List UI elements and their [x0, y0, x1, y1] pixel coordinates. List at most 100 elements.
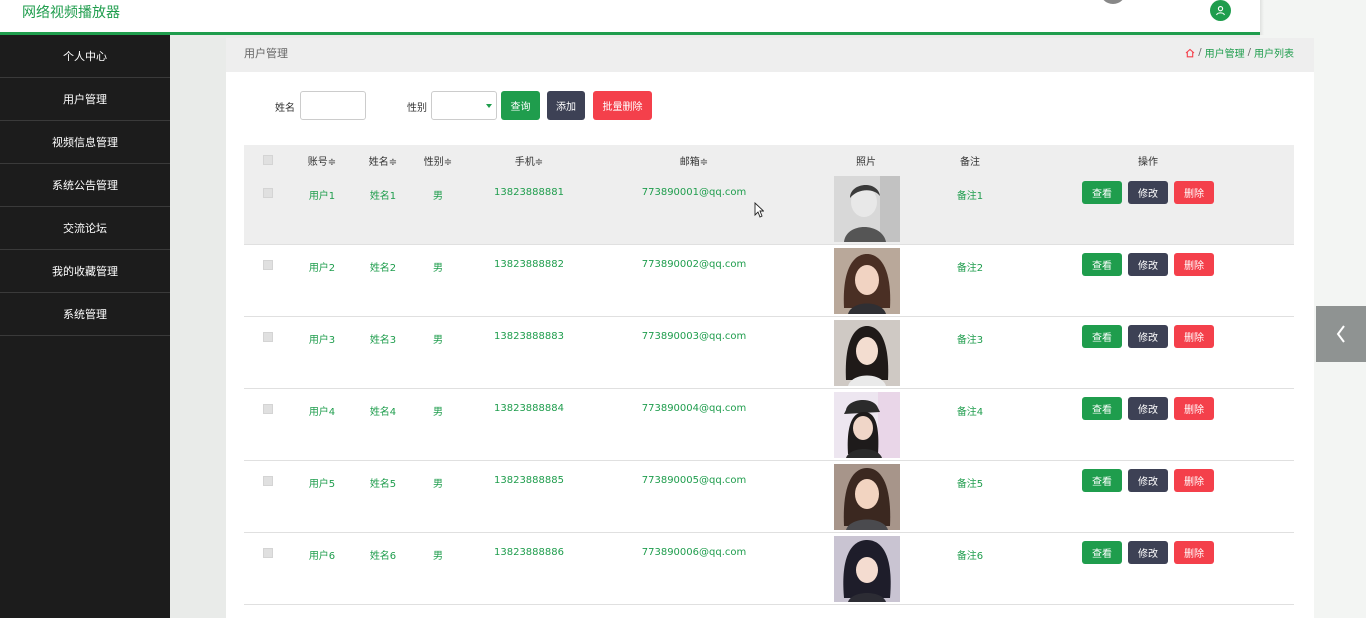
view-button[interactable]: 查看: [1082, 397, 1122, 420]
cell-account: 用户6: [308, 551, 336, 562]
edit-button[interactable]: 修改: [1128, 469, 1168, 492]
view-button[interactable]: 查看: [1082, 253, 1122, 276]
column-header-phone[interactable]: 手机≑: [515, 153, 543, 168]
view-button[interactable]: 查看: [1082, 325, 1122, 348]
sort-icon: ≑: [443, 157, 453, 168]
sidebar-item-videos[interactable]: 视频信息管理: [0, 121, 170, 164]
column-header-photo: 照片: [856, 157, 876, 168]
delete-button[interactable]: 删除: [1174, 541, 1214, 564]
sidebar-item-label: 个人中心: [63, 50, 107, 63]
name-input[interactable]: [300, 91, 366, 120]
sidebar-item-announcements[interactable]: 系统公告管理: [0, 164, 170, 207]
cell-name: 姓名2: [369, 263, 397, 274]
cell-account: 用户3: [308, 335, 336, 346]
cell-gender: 男: [433, 407, 443, 418]
cell-name: 姓名3: [369, 335, 397, 346]
mouse-cursor-icon: [754, 202, 764, 218]
top-bar: 网络视频播放器: [0, 0, 1260, 35]
cell-email: 773890005@qq.com: [641, 475, 747, 486]
sidebar-item-system[interactable]: 系统管理: [0, 293, 170, 336]
column-title: 账号: [307, 157, 328, 168]
cell-email: 773890006@qq.com: [641, 547, 747, 558]
breadcrumb: / 用户管理 / 用户列表: [1185, 45, 1294, 60]
cell-phone: 13823888884: [494, 403, 564, 414]
chevron-left-icon: [1336, 325, 1345, 343]
edit-button[interactable]: 修改: [1128, 325, 1168, 348]
column-title: 性别: [423, 157, 444, 168]
view-button[interactable]: 查看: [1082, 541, 1122, 564]
row-checkbox[interactable]: [263, 548, 273, 558]
sidebar-item-favorites[interactable]: 我的收藏管理: [0, 250, 170, 293]
cell-name: 姓名4: [369, 407, 397, 418]
edit-button[interactable]: 修改: [1128, 181, 1168, 204]
breadcrumb-separator: /: [1247, 47, 1251, 58]
gender-select[interactable]: [431, 91, 497, 120]
cell-note: 备注6: [956, 551, 984, 562]
chevron-down-icon: [486, 104, 492, 108]
select-all-checkbox[interactable]: [263, 155, 273, 165]
cell-gender: 男: [433, 479, 443, 490]
sidebar-item-profile[interactable]: 个人中心: [0, 35, 170, 78]
cell-name: 姓名1: [369, 191, 397, 202]
column-header-email[interactable]: 邮箱≑: [680, 153, 708, 168]
edit-button[interactable]: 修改: [1128, 397, 1168, 420]
cell-email: 773890003@qq.com: [641, 331, 747, 342]
sort-icon: ≑: [327, 157, 337, 168]
edit-button[interactable]: 修改: [1128, 541, 1168, 564]
delete-button[interactable]: 删除: [1174, 253, 1214, 276]
table-row: 用户4 姓名4 男 13823888884 773890004@qq.com 查…: [244, 389, 1294, 461]
user-icon[interactable]: [1210, 0, 1231, 21]
cell-gender: 男: [433, 263, 443, 274]
sidebar-item-label: 交流论坛: [63, 222, 107, 235]
sidebar-item-label: 系统公告管理: [52, 179, 118, 192]
collapse-panel-button[interactable]: [1316, 306, 1366, 362]
sort-icon: ≑: [699, 157, 709, 168]
cell-gender: 男: [433, 335, 443, 346]
cell-note: 备注1: [956, 191, 984, 202]
table-row: 用户1 姓名1 男 13823888881 773890001@qq.com 查…: [244, 173, 1294, 245]
column-title: 邮箱: [679, 157, 700, 168]
avatar[interactable]: [1100, 0, 1126, 4]
gender-label: 性别: [407, 103, 427, 114]
home-icon[interactable]: [1185, 48, 1195, 58]
edit-button[interactable]: 修改: [1128, 253, 1168, 276]
row-checkbox[interactable]: [263, 404, 273, 414]
column-header-gender[interactable]: 性别≑: [424, 153, 452, 168]
column-header-note: 备注: [960, 157, 980, 168]
delete-button[interactable]: 删除: [1174, 469, 1214, 492]
user-photo: [834, 536, 900, 602]
column-header-actions: 操作: [1138, 157, 1158, 168]
query-button[interactable]: 查询: [501, 91, 540, 120]
breadcrumb-user-list[interactable]: 用户列表: [1254, 45, 1294, 60]
delete-button[interactable]: 删除: [1174, 181, 1214, 204]
table-row: 用户3 姓名3 男 13823888883 773890003@qq.com 查…: [244, 317, 1294, 389]
breadcrumb-users[interactable]: 用户管理: [1205, 45, 1245, 60]
table-row: 用户6 姓名6 男 13823888886 773890006@qq.com 查…: [244, 533, 1294, 605]
sidebar-item-users[interactable]: 用户管理: [0, 78, 170, 121]
cell-account: 用户5: [308, 479, 336, 490]
cell-account: 用户1: [308, 191, 336, 202]
delete-button[interactable]: 删除: [1174, 325, 1214, 348]
sidebar: 个人中心 用户管理 视频信息管理 系统公告管理 交流论坛 我的收藏管理 系统管理: [0, 35, 170, 618]
column-header-name[interactable]: 姓名≑: [369, 153, 397, 168]
cell-email: 773890001@qq.com: [641, 187, 747, 198]
app-title: 网络视频播放器: [22, 5, 120, 21]
table-row: 用户5 姓名5 男 13823888885 773890005@qq.com 查…: [244, 461, 1294, 533]
cell-phone: 13823888881: [494, 187, 564, 198]
view-button[interactable]: 查看: [1082, 469, 1122, 492]
cell-name: 姓名6: [369, 551, 397, 562]
user-photo: [834, 392, 900, 458]
row-checkbox[interactable]: [263, 188, 273, 198]
sidebar-item-forum[interactable]: 交流论坛: [0, 207, 170, 250]
view-button[interactable]: 查看: [1082, 181, 1122, 204]
column-header-account[interactable]: 账号≑: [308, 153, 336, 168]
delete-button[interactable]: 删除: [1174, 397, 1214, 420]
cell-account: 用户2: [308, 263, 336, 274]
table-header: 账号≑ 姓名≑ 性别≑ 手机≑ 邮箱≑ 照片 备注 操作: [244, 145, 1294, 173]
row-checkbox[interactable]: [263, 260, 273, 270]
row-checkbox[interactable]: [263, 332, 273, 342]
row-checkbox[interactable]: [263, 476, 273, 486]
add-button[interactable]: 添加: [547, 91, 585, 120]
batch-delete-button[interactable]: 批量删除: [593, 91, 652, 120]
cell-note: 备注3: [956, 335, 984, 346]
